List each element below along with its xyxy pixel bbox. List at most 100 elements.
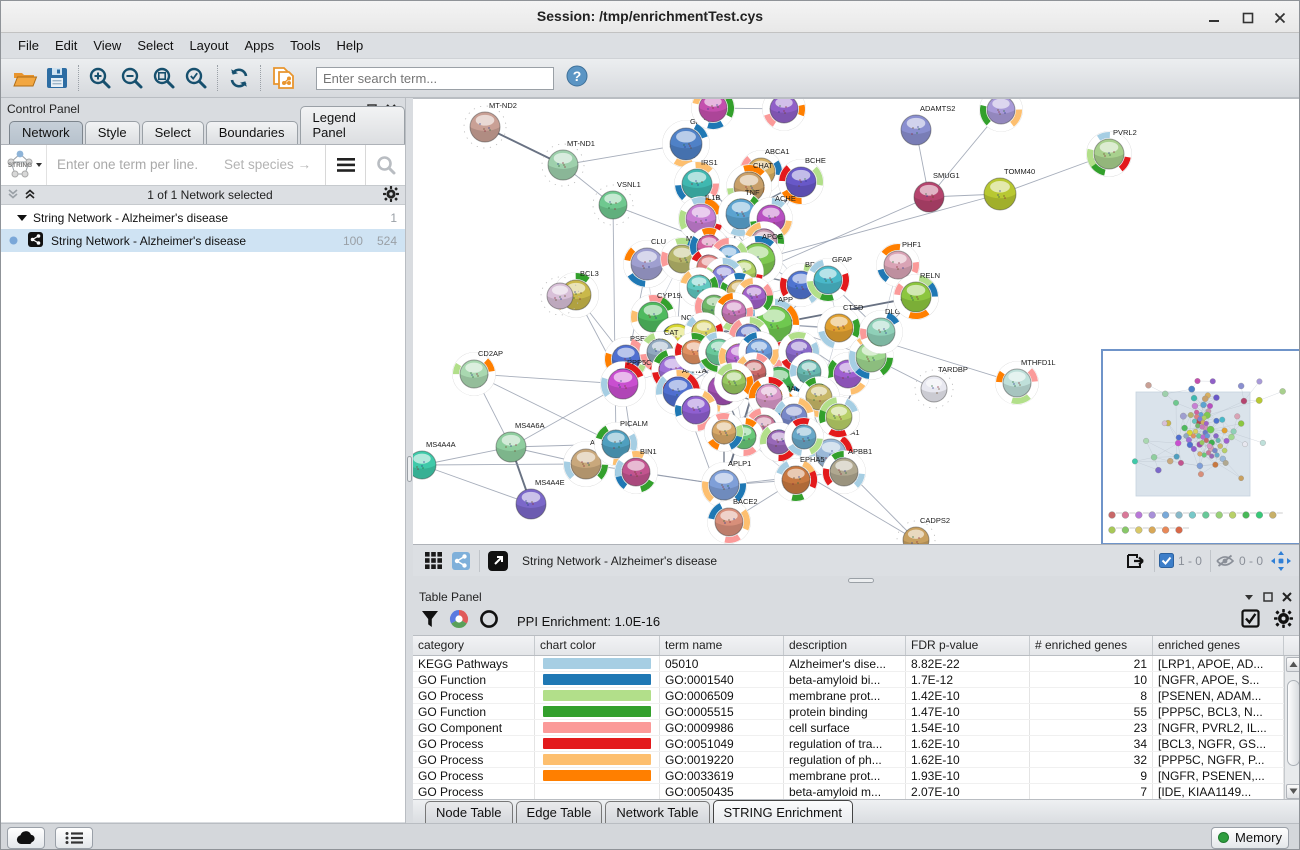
minimize-button[interactable]: [1201, 9, 1227, 27]
cloud-button[interactable]: [7, 827, 45, 849]
network-node-cd2ap[interactable]: CD2AP: [450, 349, 503, 398]
settings-gear-icon[interactable]: [1274, 609, 1293, 633]
birds-eye-view[interactable]: [1101, 349, 1300, 544]
network-node-mthfd1l[interactable]: MTHFD1L: [993, 358, 1056, 407]
menu-item-select[interactable]: Select: [130, 35, 180, 56]
export-network-icon[interactable]: [1122, 548, 1150, 574]
network-node-smug1[interactable]: SMUG1: [914, 171, 960, 212]
tab-network[interactable]: Network: [9, 121, 83, 144]
share-network-icon[interactable]: [447, 548, 475, 574]
menu-item-help[interactable]: Help: [330, 35, 371, 56]
table-row[interactable]: GO ProcessGO:0033619membrane prot...1.93…: [413, 768, 1300, 784]
tab-node-table[interactable]: Node Table: [425, 801, 513, 824]
panel-float-icon[interactable]: [1260, 590, 1276, 604]
horizontal-splitter-handle[interactable]: [848, 578, 874, 583]
scrollbar-thumb[interactable]: [1287, 680, 1300, 766]
maximize-button[interactable]: [1235, 9, 1261, 27]
network-node-vsnl1[interactable]: VSNL1: [593, 180, 641, 225]
table-row[interactable]: GO ComponentGO:0009986cell surface1.54E-…: [413, 720, 1300, 736]
panel-menu-icon[interactable]: [1241, 590, 1257, 604]
table-row[interactable]: GO FunctionGO:0005515protein binding1.47…: [413, 704, 1300, 720]
column-header-term-name[interactable]: term name: [660, 636, 784, 655]
zoom-in-button[interactable]: [84, 63, 116, 93]
horizontal-splitter[interactable]: [413, 576, 1300, 586]
table-row[interactable]: GO ProcessGO:0050435beta-amyloid m...2.0…: [413, 784, 1300, 799]
network-node-cadps2[interactable]: CADPS2: [897, 516, 950, 544]
scroll-down-icon[interactable]: [1286, 784, 1300, 799]
table-row[interactable]: KEGG Pathways05010Alzheimer's dise...8.8…: [413, 656, 1300, 672]
column-header--enriched-genes[interactable]: # enriched genes: [1030, 636, 1153, 655]
network-node[interactable]: [977, 99, 1025, 134]
tab-select[interactable]: Select: [142, 121, 204, 144]
menu-item-layout[interactable]: Layout: [182, 35, 235, 56]
menu-item-view[interactable]: View: [86, 35, 128, 56]
filter-icon[interactable]: [421, 610, 439, 633]
string-options-menu-icon[interactable]: [325, 145, 365, 185]
network-node-pvrl2[interactable]: PVRL2: [1084, 128, 1137, 179]
collapse-all-icon[interactable]: [7, 188, 20, 203]
hidden-eye-icon[interactable]: [1215, 553, 1235, 568]
network-options-gear-icon[interactable]: [383, 186, 399, 205]
panel-close-icon[interactable]: [1279, 590, 1295, 604]
tab-string-enrichment[interactable]: STRING Enrichment: [713, 800, 853, 824]
network-tree-row[interactable]: String Network - Alzheimer's disease1: [1, 206, 405, 229]
network-node-tomm40[interactable]: TOMM40: [984, 167, 1035, 210]
column-header-description[interactable]: description: [784, 636, 906, 655]
zoom-selected-button[interactable]: [180, 63, 212, 93]
refresh-button[interactable]: [223, 63, 255, 93]
table-row[interactable]: GO ProcessGO:0019220regulation of ph...1…: [413, 752, 1300, 768]
tab-network-table[interactable]: Network Table: [605, 801, 709, 824]
column-header-chart-color[interactable]: chart color: [535, 636, 660, 655]
column-header-category[interactable]: category: [413, 636, 535, 655]
save-session-button[interactable]: [41, 63, 73, 93]
table-scrollbar[interactable]: [1284, 656, 1300, 799]
task-list-button[interactable]: [55, 827, 93, 849]
close-button[interactable]: [1267, 9, 1293, 27]
vertical-splitter-handle[interactable]: [407, 456, 412, 482]
menu-item-file[interactable]: File: [11, 35, 46, 56]
menu-item-edit[interactable]: Edit: [48, 35, 84, 56]
tab-boundaries[interactable]: Boundaries: [206, 121, 298, 144]
network-node-mt-nd1[interactable]: MT-ND1: [542, 139, 595, 186]
string-logo-icon[interactable]: STRING: [1, 145, 47, 185]
network-node-ms4a6a[interactable]: MS4A6A: [496, 421, 545, 462]
select-terms-checkbox-icon[interactable]: [1241, 609, 1260, 633]
network-from-file-button[interactable]: [266, 63, 302, 93]
zoom-fit-button[interactable]: [148, 63, 180, 93]
string-search-icon[interactable]: [365, 145, 405, 185]
menu-item-apps[interactable]: Apps: [238, 35, 282, 56]
search-input[interactable]: [316, 67, 554, 90]
network-canvas[interactable]: MT-ND2MT-ND1VSNL1GAB2IRS1ABCA1CHATBCHEIL…: [413, 98, 1300, 544]
table-row[interactable]: GO ProcessGO:0051049regulation of tra...…: [413, 736, 1300, 752]
network-node-mt-nd2[interactable]: MT-ND2: [464, 101, 517, 148]
network-tree-row[interactable]: String Network - Alzheimer's disease1005…: [1, 229, 405, 252]
network-node-adamts2[interactable]: ADAMTS2: [901, 104, 955, 145]
table-row[interactable]: GO FunctionGO:0001540beta-amyloid bi...1…: [413, 672, 1300, 688]
string-query-input[interactable]: Enter one term per line. Set species →: [47, 145, 325, 185]
memory-button[interactable]: Memory: [1211, 827, 1289, 849]
node-label: TOMM40: [1004, 167, 1035, 176]
column-header-enriched-genes[interactable]: enriched genes: [1153, 636, 1284, 655]
network-node-tardbp[interactable]: TARDBP: [915, 365, 968, 408]
grid-view-icon[interactable]: [419, 548, 447, 574]
table-row[interactable]: GO ProcessGO:0006509membrane prot...1.42…: [413, 688, 1300, 704]
tab-edge-table[interactable]: Edge Table: [516, 801, 603, 824]
zoom-out-button[interactable]: [116, 63, 148, 93]
expand-arrow-icon[interactable]: [17, 211, 27, 225]
birds-eye-toggle-icon[interactable]: [1267, 548, 1295, 574]
chart-color-icon[interactable]: [449, 609, 469, 634]
help-icon[interactable]: ?: [566, 65, 588, 92]
column-header-FDR-p-value[interactable]: FDR p-value: [906, 636, 1030, 655]
open-session-button[interactable]: [9, 63, 41, 93]
menu-item-tools[interactable]: Tools: [283, 35, 327, 56]
tab-style[interactable]: Style: [85, 121, 140, 144]
open-in-window-icon[interactable]: [484, 548, 512, 574]
network-node[interactable]: [760, 99, 808, 133]
ring-chart-icon[interactable]: [479, 609, 499, 634]
selected-checkbox-icon[interactable]: [1159, 553, 1174, 568]
vertical-splitter[interactable]: [406, 98, 413, 823]
tab-legend-panel[interactable]: Legend Panel: [300, 106, 405, 144]
network-node-epha5[interactable]: EPHA5: [772, 455, 825, 504]
scroll-up-icon[interactable]: [1286, 657, 1300, 672]
expand-all-icon[interactable]: [24, 188, 37, 203]
